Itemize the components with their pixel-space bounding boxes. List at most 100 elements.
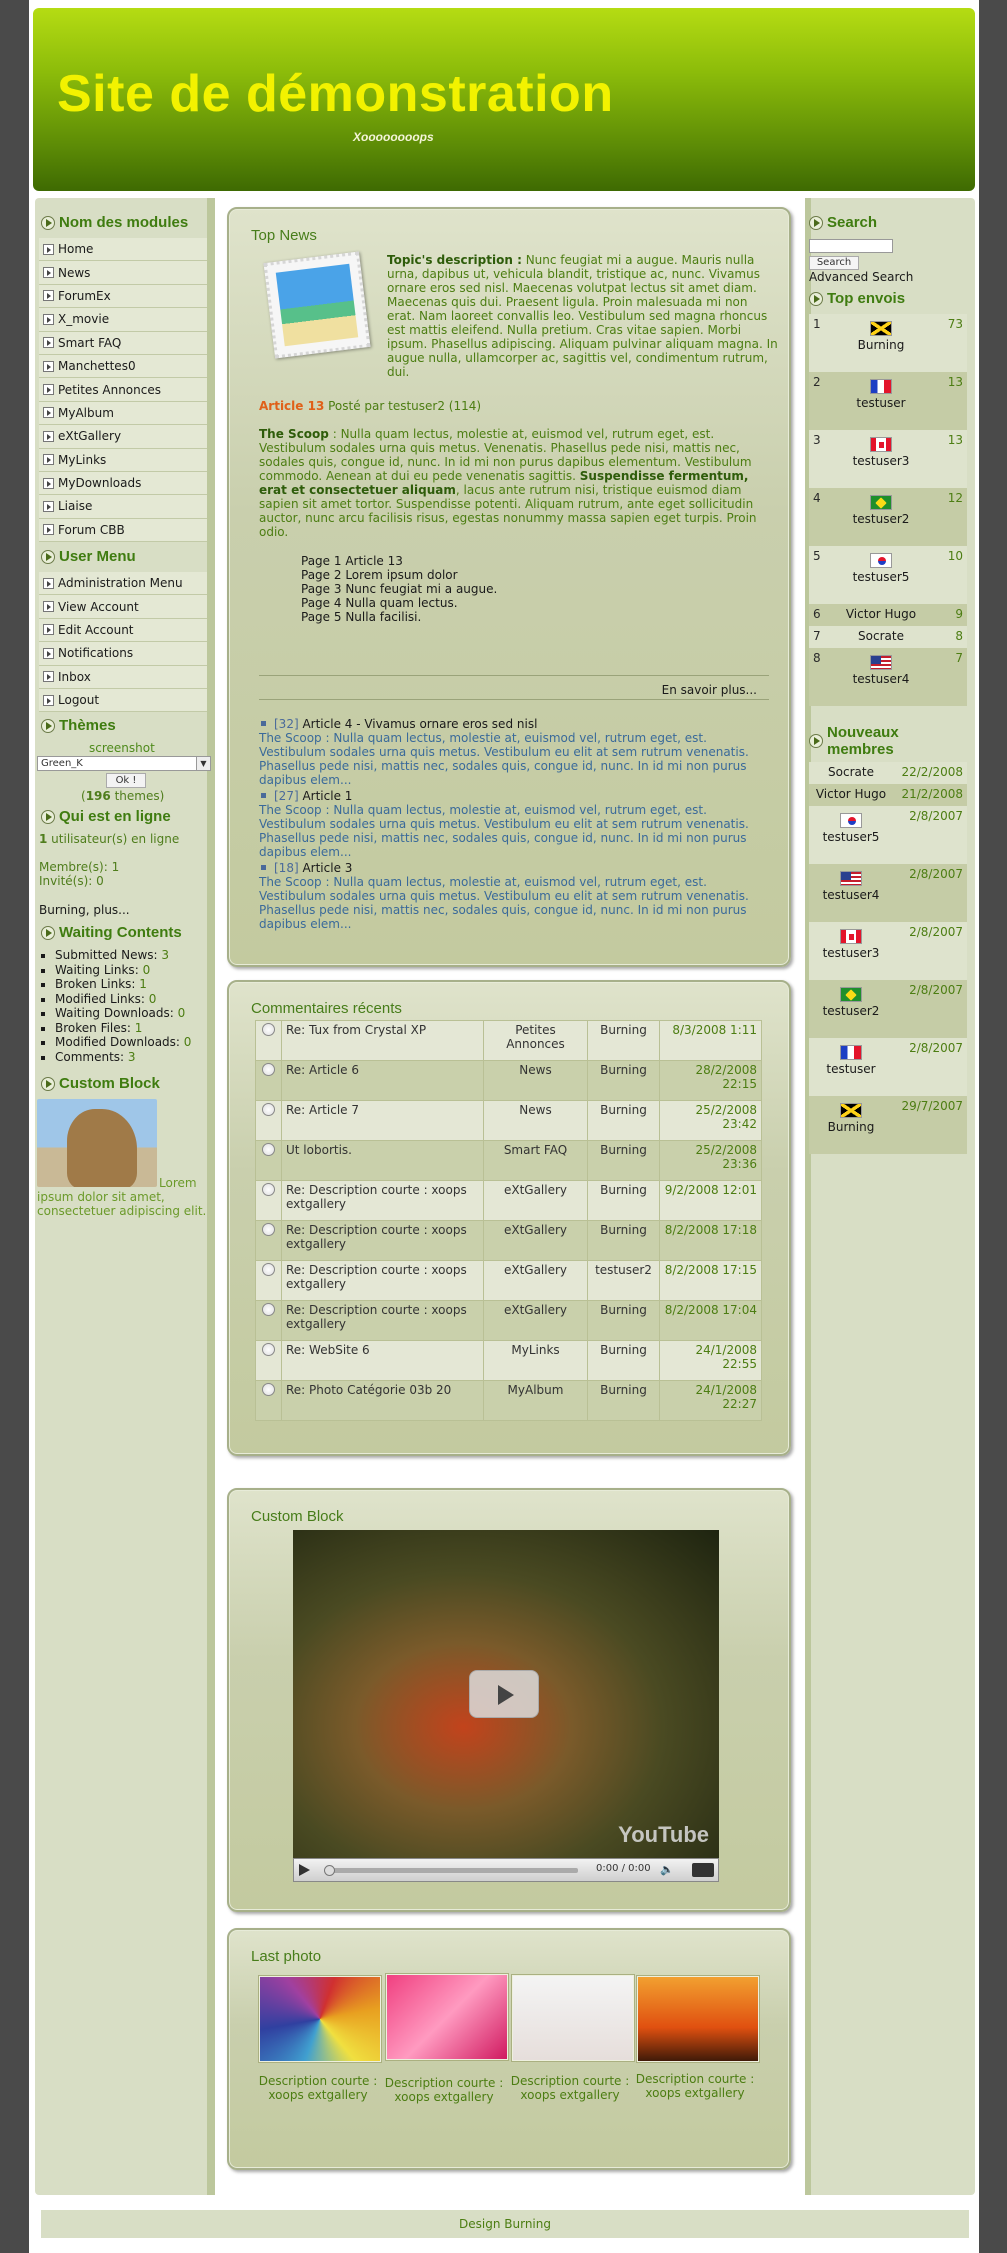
news-item-title[interactable]: Article 1	[299, 789, 352, 803]
module-item[interactable]: MyDownloads	[39, 471, 207, 496]
comment-row[interactable]: Re: Tux from Crystal XP Petites Annonces B…	[255, 1020, 762, 1061]
article-page-link[interactable]: Page 1 Article 13	[301, 554, 497, 568]
new-member-user[interactable]: testuser4	[823, 888, 880, 902]
chevron-down-icon[interactable]: ▼	[196, 757, 210, 770]
module-item[interactable]: Smart FAQ	[39, 331, 207, 355]
top-poster-user-cell[interactable]: testuser	[825, 372, 937, 430]
advanced-search-link[interactable]: Advanced Search	[809, 270, 913, 284]
new-member-user[interactable]: testuser3	[823, 946, 880, 960]
photo-caption[interactable]: Description courte : xoops extgallery	[253, 2074, 383, 2102]
read-more-link[interactable]: En savoir plus...	[259, 683, 757, 697]
waiting-item[interactable]: Waiting Downloads: 0	[55, 1006, 191, 1021]
new-member-user-cell[interactable]: Burning	[809, 1096, 893, 1154]
new-member-user-cell[interactable]: testuser	[809, 1038, 893, 1096]
comment-user[interactable]: Burning	[587, 1380, 660, 1421]
comment-module[interactable]: eXtGallery	[483, 1180, 588, 1221]
comment-module[interactable]: News	[483, 1100, 588, 1141]
top-poster-user[interactable]: Victor Hugo	[846, 607, 916, 621]
user-menu-item[interactable]: Notifications	[39, 642, 207, 666]
new-member-user[interactable]: Burning	[828, 1120, 875, 1134]
top-poster-user-cell[interactable]: testuser3	[825, 430, 937, 488]
article-page-link[interactable]: Page 2 Lorem ipsum dolor	[301, 568, 497, 582]
volume-icon[interactable]: 🔈	[660, 1863, 674, 1876]
play-overlay-button[interactable]	[469, 1670, 539, 1718]
comment-user[interactable]: Burning	[587, 1140, 660, 1181]
new-member-user[interactable]: testuser2	[823, 1004, 880, 1018]
comment-module[interactable]: MyAlbum	[483, 1380, 588, 1421]
user-menu-item[interactable]: Inbox	[39, 665, 207, 689]
comment-module[interactable]: eXtGallery	[483, 1300, 588, 1341]
waiting-item[interactable]: Modified Links: 0	[55, 992, 191, 1007]
comment-user[interactable]: Burning	[587, 1100, 660, 1141]
top-poster-user[interactable]: testuser	[856, 396, 905, 410]
seek-bar[interactable]	[328, 1868, 578, 1873]
news-item-id[interactable]: [32]	[274, 717, 299, 731]
comment-title[interactable]: Ut lobortis.	[281, 1140, 484, 1181]
photo-caption[interactable]: Description courte : xoops extgallery	[379, 2076, 509, 2104]
online-user-link[interactable]: Burning,	[39, 903, 90, 917]
top-poster-user-cell[interactable]: testuser2	[825, 488, 937, 546]
photo-caption[interactable]: Description courte : xoops extgallery	[630, 2072, 760, 2100]
new-member-user-cell[interactable]: Victor Hugo	[809, 784, 893, 806]
top-poster-user[interactable]: testuser4	[853, 672, 910, 686]
waiting-item[interactable]: Broken Files: 1	[55, 1021, 191, 1036]
top-poster-user-cell[interactable]: Victor Hugo	[825, 604, 937, 626]
top-poster-user-cell[interactable]: Burning	[825, 314, 937, 372]
comment-row[interactable]: Re: Description courte : xoops extgaller…	[255, 1260, 762, 1301]
comment-user[interactable]: testuser2	[587, 1260, 660, 1301]
comment-title[interactable]: Re: Article 6	[281, 1060, 484, 1101]
top-poster-user[interactable]: testuser2	[853, 512, 910, 526]
new-member-user-cell[interactable]: testuser4	[809, 864, 893, 922]
theme-ok-button[interactable]: Ok !	[106, 773, 146, 788]
new-member-user-cell[interactable]: Socrate	[809, 762, 893, 784]
module-item[interactable]: Manchettes0	[39, 354, 207, 379]
theme-select[interactable]: Green_K ▼	[37, 756, 211, 771]
comment-title[interactable]: Re: Description courte : xoops extgaller…	[281, 1220, 484, 1261]
comment-user[interactable]: Burning	[587, 1180, 660, 1221]
site-title[interactable]: Site de démonstration	[57, 64, 614, 124]
new-member-user[interactable]: Victor Hugo	[816, 787, 886, 801]
comment-user[interactable]: Burning	[587, 1220, 660, 1261]
comment-title[interactable]: Re: Description courte : xoops extgaller…	[281, 1180, 484, 1221]
comment-title[interactable]: Re: Description courte : xoops extgaller…	[281, 1300, 484, 1341]
top-poster-user[interactable]: Socrate	[858, 629, 904, 643]
module-item[interactable]: MyLinks	[39, 448, 207, 472]
article-page-link[interactable]: Page 4 Nulla quam lectus.	[301, 596, 497, 610]
module-item[interactable]: Forum CBB	[39, 518, 207, 543]
video-player[interactable]: YouTube	[293, 1530, 719, 1858]
comment-user[interactable]: Burning	[587, 1340, 660, 1381]
waiting-item[interactable]: Comments: 3	[55, 1050, 191, 1065]
seek-handle[interactable]	[324, 1865, 335, 1876]
news-item-id[interactable]: [18]	[274, 861, 299, 875]
top-poster-user-cell[interactable]: testuser4	[825, 648, 937, 706]
comment-module[interactable]: eXtGallery	[483, 1260, 588, 1301]
module-item[interactable]: Liaise	[39, 495, 207, 519]
search-button[interactable]: Search	[809, 256, 859, 270]
photo-thumb[interactable]	[512, 1975, 634, 2061]
comment-title[interactable]: Re: Description courte : xoops extgaller…	[281, 1260, 484, 1301]
comment-module[interactable]: MyLinks	[483, 1340, 588, 1381]
comment-row[interactable]: Re: Article 6 News Burning 28/2/2008 22:15	[255, 1060, 762, 1101]
comment-module[interactable]: News	[483, 1060, 588, 1101]
comment-user[interactable]: Burning	[587, 1060, 660, 1101]
user-menu-item[interactable]: Administration Menu	[39, 572, 207, 596]
top-poster-user[interactable]: testuser5	[853, 570, 910, 584]
new-member-user-cell[interactable]: testuser2	[809, 980, 893, 1038]
module-item[interactable]: Petites Annonces	[39, 378, 207, 402]
online-more-link[interactable]: plus...	[90, 903, 129, 917]
theme-screenshot-label[interactable]: screenshot	[89, 741, 155, 755]
top-poster-user[interactable]: Burning	[858, 338, 905, 352]
news-item-id[interactable]: [27]	[274, 789, 299, 803]
photo-thumb[interactable]	[637, 1976, 759, 2062]
module-item[interactable]: ForumEx	[39, 284, 207, 309]
waiting-item[interactable]: Submitted News: 3	[55, 948, 191, 963]
news-item-title[interactable]: Article 4 - Vivamus ornare eros sed nisl	[299, 717, 537, 731]
user-menu-item[interactable]: Logout	[39, 688, 207, 713]
comment-title[interactable]: Re: Photo Catégorie 03b 20	[281, 1380, 484, 1421]
waiting-item[interactable]: Modified Downloads: 0	[55, 1035, 191, 1050]
comment-title[interactable]: Re: Article 7	[281, 1100, 484, 1141]
comment-user[interactable]: Burning	[587, 1020, 660, 1061]
search-input[interactable]	[809, 239, 893, 253]
comment-row[interactable]: Re: WebSite 6 MyLinks Burning 24/1/2008 22:…	[255, 1340, 762, 1381]
waiting-item[interactable]: Waiting Links: 0	[55, 963, 191, 978]
